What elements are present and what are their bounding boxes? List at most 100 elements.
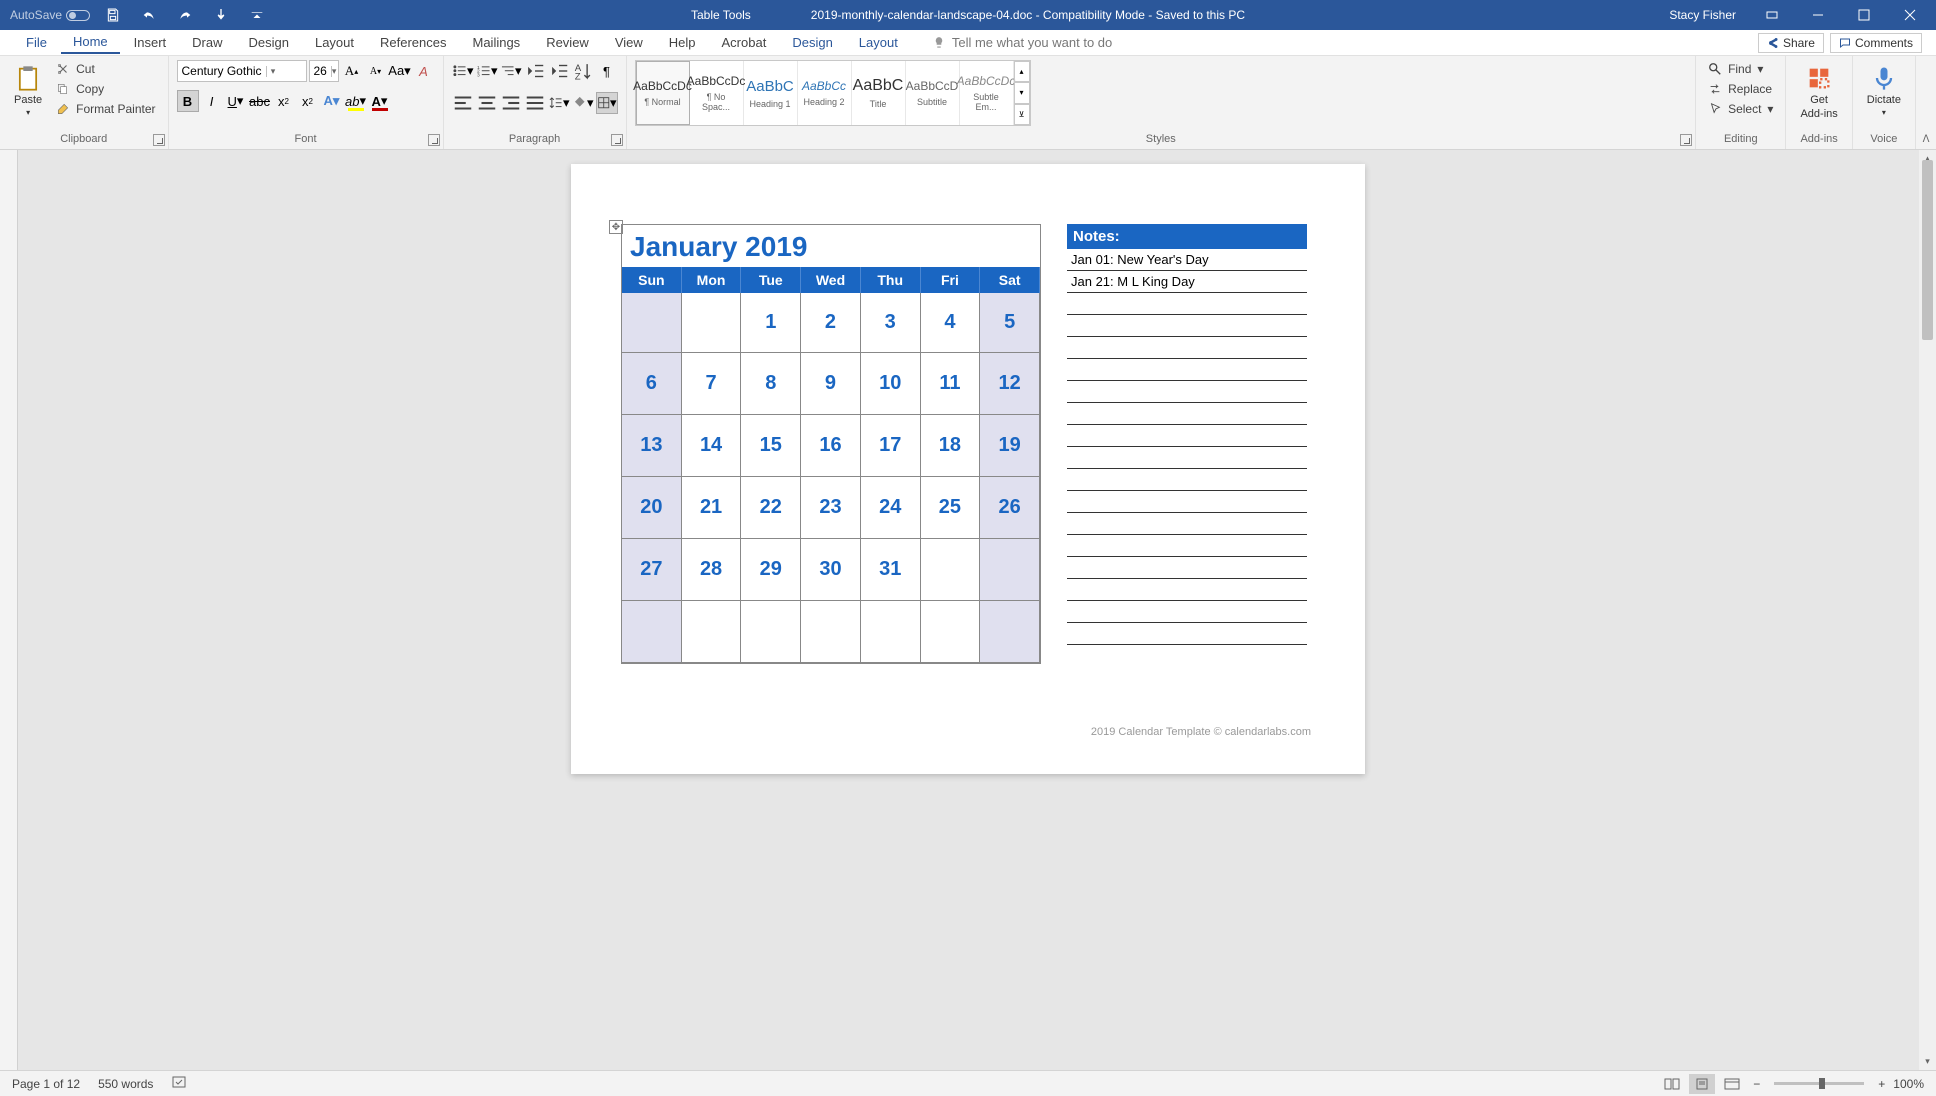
calendar-cell[interactable]: 10 (861, 353, 921, 415)
calendar-cell[interactable]: 25 (921, 477, 981, 539)
vertical-scrollbar[interactable]: ▴ ▾ (1919, 150, 1936, 1070)
vertical-ruler[interactable] (0, 150, 18, 1070)
calendar-cell[interactable]: 15 (741, 415, 801, 477)
borders-icon[interactable]: ▾ (596, 92, 618, 114)
note-line[interactable] (1067, 381, 1307, 403)
calendar-cell[interactable]: 24 (861, 477, 921, 539)
proofing-icon[interactable] (171, 1074, 187, 1093)
note-line[interactable] (1067, 557, 1307, 579)
note-line[interactable] (1067, 623, 1307, 645)
note-line[interactable] (1067, 447, 1307, 469)
tab-references[interactable]: References (368, 32, 458, 53)
calendar-cell[interactable]: 31 (861, 539, 921, 601)
calendar-cell[interactable]: 19 (980, 415, 1040, 477)
tab-file[interactable]: File (14, 32, 59, 53)
clear-format-icon[interactable]: A (413, 60, 435, 82)
gallery-scroll[interactable]: ▴▾⊻ (1014, 61, 1030, 125)
calendar-cell[interactable] (861, 601, 921, 663)
tab-design[interactable]: Design (237, 32, 301, 53)
justify-icon[interactable] (524, 92, 546, 114)
calendar-cell[interactable] (622, 601, 682, 663)
cut-button[interactable]: Cut (52, 60, 159, 78)
calendar-cell[interactable]: 21 (682, 477, 742, 539)
tab-view[interactable]: View (603, 32, 655, 53)
page-status[interactable]: Page 1 of 12 (12, 1077, 80, 1091)
calendar-cell[interactable]: 13 (622, 415, 682, 477)
dictate-button[interactable]: Dictate▾ (1861, 60, 1907, 121)
calendar-cell[interactable]: 26 (980, 477, 1040, 539)
calendar-cell[interactable]: 11 (921, 353, 981, 415)
calendar-cell[interactable]: 7 (682, 353, 742, 415)
find-button[interactable]: Find ▾ (1704, 60, 1777, 78)
calendar-cell[interactable]: 1 (741, 293, 801, 353)
page[interactable]: ✥ January 2019 Sun Mon Tue Wed Thu Fri S… (571, 164, 1365, 774)
calendar-cell[interactable] (682, 293, 742, 353)
paragraph-launcher[interactable] (611, 134, 623, 146)
calendar-cell[interactable]: 23 (801, 477, 861, 539)
note-line[interactable] (1067, 425, 1307, 447)
collapse-ribbon-icon[interactable]: ᐱ (1916, 56, 1936, 149)
highlight-color-icon[interactable]: ab▾ (345, 90, 367, 112)
note-line[interactable] (1067, 601, 1307, 623)
read-mode-icon[interactable] (1659, 1074, 1685, 1094)
minimize-icon[interactable] (1798, 0, 1838, 30)
increase-indent-icon[interactable] (548, 60, 570, 82)
calendar-cell[interactable] (980, 539, 1040, 601)
styles-launcher[interactable] (1680, 134, 1692, 146)
save-icon[interactable] (100, 2, 126, 28)
web-layout-icon[interactable] (1719, 1074, 1745, 1094)
tab-draw[interactable]: Draw (180, 32, 234, 53)
zoom-level[interactable]: 100% (1893, 1077, 1924, 1091)
style-title[interactable]: AaBbCTitle (852, 61, 906, 125)
text-effects-icon[interactable]: A▾ (321, 90, 343, 112)
note-line[interactable] (1067, 535, 1307, 557)
calendar-cell[interactable]: 17 (861, 415, 921, 477)
calendar-cell[interactable]: 28 (682, 539, 742, 601)
calendar-cell[interactable]: 9 (801, 353, 861, 415)
note-line[interactable] (1067, 403, 1307, 425)
calendar-cell[interactable]: 30 (801, 539, 861, 601)
note-line[interactable] (1067, 315, 1307, 337)
share-button[interactable]: Share (1758, 33, 1824, 53)
word-count[interactable]: 550 words (98, 1077, 153, 1091)
calendar-cell[interactable]: 8 (741, 353, 801, 415)
style-subtle-em[interactable]: AaBbCcDcSubtle Em... (960, 61, 1014, 125)
touch-mode-icon[interactable] (208, 2, 234, 28)
calendar-cell[interactable]: 5 (980, 293, 1040, 353)
format-painter-button[interactable]: Format Painter (52, 100, 159, 118)
tab-mailings[interactable]: Mailings (461, 32, 533, 53)
calendar-cell[interactable] (921, 601, 981, 663)
calendar-cell[interactable]: 4 (921, 293, 981, 353)
grow-font-icon[interactable]: A▴ (341, 60, 363, 82)
autosave-toggle[interactable]: AutoSave (10, 8, 90, 22)
ribbon-options-icon[interactable] (1752, 0, 1792, 30)
tell-me-search[interactable]: Tell me what you want to do (932, 35, 1112, 50)
note-line[interactable]: Jan 01: New Year's Day (1067, 249, 1307, 271)
tab-table-design[interactable]: Design (780, 32, 844, 53)
superscript-button[interactable]: x2 (297, 90, 319, 112)
shading-icon[interactable]: ▾ (572, 92, 594, 114)
calendar-cell[interactable] (682, 601, 742, 663)
calendar-cell[interactable]: 27 (622, 539, 682, 601)
calendar-cell[interactable]: 18 (921, 415, 981, 477)
note-line[interactable] (1067, 293, 1307, 315)
strikethrough-button[interactable]: abc (249, 90, 271, 112)
calendar-cell[interactable]: 29 (741, 539, 801, 601)
show-marks-icon[interactable]: ¶ (596, 60, 618, 82)
calendar-title[interactable]: January 2019 (622, 225, 1040, 267)
decrease-indent-icon[interactable] (524, 60, 546, 82)
copy-button[interactable]: Copy (52, 80, 159, 98)
notes-heading[interactable]: Notes: (1067, 224, 1307, 249)
calendar-cell[interactable]: 3 (861, 293, 921, 353)
sort-icon[interactable]: AZ (572, 60, 594, 82)
undo-icon[interactable] (136, 2, 162, 28)
calendar-cell[interactable] (741, 601, 801, 663)
font-launcher[interactable] (428, 134, 440, 146)
calendar-cell[interactable]: 22 (741, 477, 801, 539)
calendar-cell[interactable]: 2 (801, 293, 861, 353)
user-name[interactable]: Stacy Fisher (1669, 8, 1736, 22)
get-addins-button[interactable]: GetAdd-ins (1794, 60, 1843, 124)
qat-more-icon[interactable] (244, 2, 270, 28)
bold-button[interactable]: B (177, 90, 199, 112)
select-button[interactable]: Select ▾ (1704, 100, 1777, 118)
